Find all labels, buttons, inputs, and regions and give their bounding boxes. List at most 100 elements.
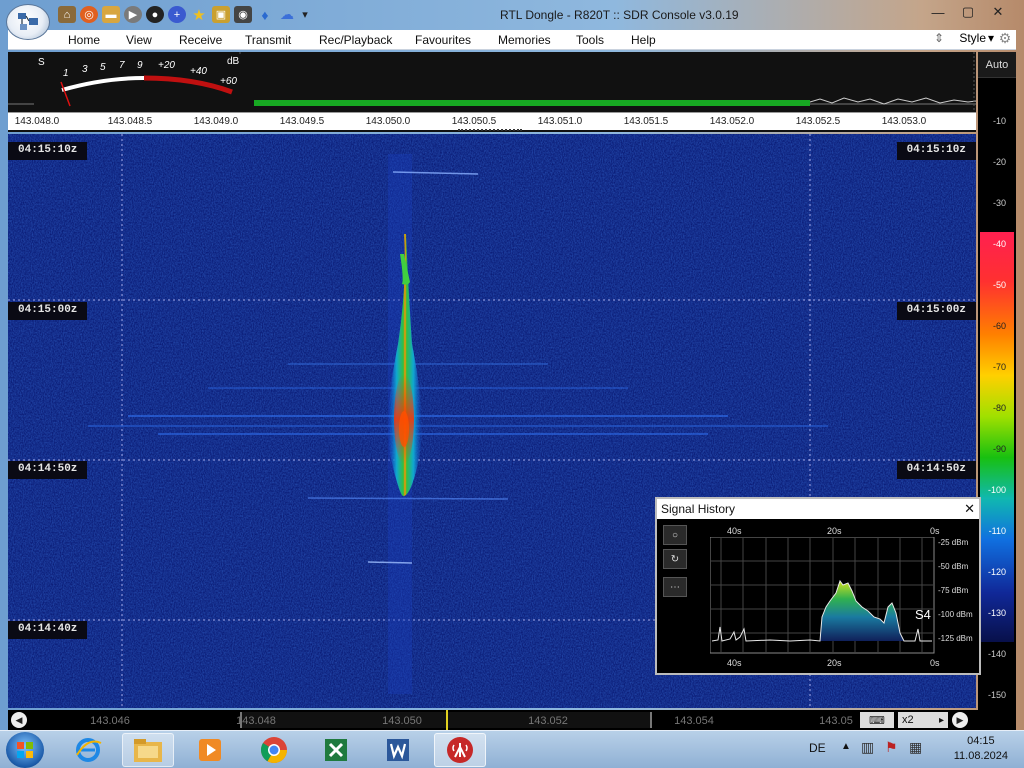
language-indicator[interactable]: DE <box>809 741 826 755</box>
scale-label: -40 <box>992 239 1006 249</box>
frequency-axis[interactable]: 143.048.0 143.048.5 143.049.0 143.049.5 … <box>8 112 976 131</box>
menu-help[interactable]: Help <box>631 33 656 47</box>
history-reset-button[interactable]: ○ <box>663 525 687 545</box>
windows-taskbar: DE ▲ ▥ ⚑ ▦ 04:15 11.08.2024 <box>0 730 1024 768</box>
style-cycle-icon[interactable]: ⇕ <box>934 31 944 45</box>
waterfall-timestamp-left: 04:14:50z <box>8 461 88 479</box>
signal-history-close-button[interactable]: ✕ <box>964 501 975 517</box>
waterfall-timestamp-right: 04:15:00z <box>896 302 976 320</box>
scroll-left-icon[interactable]: ◀ <box>11 712 27 728</box>
show-hidden-icons-icon[interactable]: ▲ <box>841 741 851 752</box>
minimize-button[interactable]: — <box>926 2 950 22</box>
history-y-label: -50 dBm <box>938 562 969 571</box>
application-button[interactable] <box>6 4 50 40</box>
level-scale: Auto -10 -20 -30 -40 -50 -60 -70 -80 -90… <box>978 52 1016 712</box>
freq-label: 143.049.0 <box>193 116 239 127</box>
ribbon-menu-bar: Home View Receive Transmit Rec/Playback … <box>8 30 1016 50</box>
overview-label: 143.050 <box>382 715 422 727</box>
taskbar-word[interactable] <box>372 733 424 767</box>
freq-label: 143.053.0 <box>881 116 927 127</box>
freq-label: 143.051.0 <box>537 116 583 127</box>
camera-icon[interactable]: ◉ <box>234 6 252 23</box>
s-meter: S 1 3 5 7 9 +20 +40 +60 dB <box>34 54 254 110</box>
scale-label: -140 <box>987 649 1006 659</box>
quick-access-toolbar: ⌂ ◎ ▬ ▶ ● + ★ ▣ ◉ ♦ ☁ ▾ <box>58 6 310 24</box>
history-x-label-bottom: 40s <box>727 658 742 668</box>
window-title: RTL Dongle - R820T :: SDR Console v3.0.1… <box>500 8 739 22</box>
taskbar-excel[interactable] <box>310 733 362 767</box>
lifebuoy-icon[interactable]: ◎ <box>80 6 98 23</box>
freq-label: 143.052.5 <box>795 116 841 127</box>
menu-memories[interactable]: Memories <box>498 33 551 47</box>
taskbar-explorer[interactable] <box>122 733 174 767</box>
menu-home[interactable]: Home <box>68 33 100 47</box>
waterfall-timestamp-right: 04:14:50z <box>896 461 976 479</box>
signal-history-titlebar[interactable]: Signal History ✕ <box>657 499 979 519</box>
drop-icon[interactable]: ♦ <box>256 6 274 23</box>
scale-label: -30 <box>992 198 1006 208</box>
taskbar-sdr-console[interactable] <box>434 733 486 767</box>
tray-flag-icon[interactable]: ⚑ <box>885 739 898 756</box>
maximize-button[interactable]: ▢ <box>956 2 980 22</box>
freq-label: 143.050.5 <box>451 116 497 127</box>
star-icon[interactable]: ★ <box>190 6 208 24</box>
style-menu[interactable]: Style <box>959 31 986 45</box>
auto-scale-button[interactable]: Auto <box>978 52 1016 78</box>
history-y-label: -125 dBm <box>938 634 973 643</box>
history-more-button[interactable]: ⋯ <box>663 577 687 597</box>
lock-icon[interactable]: ▣ <box>212 6 230 23</box>
dropdown-icon[interactable]: ▾ <box>300 6 310 23</box>
tray-device-icon[interactable]: ▥ <box>861 739 874 756</box>
history-refresh-button[interactable]: ↻ <box>663 549 687 569</box>
taskbar-clock[interactable]: 04:15 11.08.2024 <box>954 734 1008 764</box>
overview-bar[interactable]: ◀ 143.046 143.048 143.050 143.052 143.05… <box>8 710 1016 730</box>
history-y-label: -100 dBm <box>938 610 973 619</box>
settings-gear-icon[interactable]: ⚙ <box>994 28 1016 48</box>
history-y-label: -25 dBm <box>938 538 969 547</box>
internet-explorer-icon <box>76 738 102 762</box>
overview-label: 143.05 <box>819 715 853 727</box>
spectrum-filter-band[interactable] <box>248 100 810 106</box>
taskbar-chrome[interactable] <box>248 733 300 767</box>
overview-marker <box>446 710 448 730</box>
excel-icon <box>325 739 347 761</box>
chrome-icon <box>260 737 288 764</box>
freq-label: 143.050.0 <box>365 116 411 127</box>
scale-label: -50 <box>992 280 1006 290</box>
cloud-icon[interactable]: ☁ <box>278 6 296 23</box>
menu-transmit[interactable]: Transmit <box>245 33 291 47</box>
scale-label: -120 <box>987 567 1006 577</box>
clock-time: 04:15 <box>967 735 995 747</box>
close-window-button[interactable]: ✕ <box>986 2 1010 22</box>
scale-label: -20 <box>992 157 1006 167</box>
keyboard-icon[interactable]: ⌨ <box>860 712 894 728</box>
record-icon[interactable]: ● <box>146 6 164 23</box>
overview-label: 143.048 <box>236 715 276 727</box>
menu-view[interactable]: View <box>126 33 152 47</box>
sdr-console-icon <box>447 737 473 763</box>
menu-favourites[interactable]: Favourites <box>415 33 471 47</box>
menu-tools[interactable]: Tools <box>576 33 604 47</box>
folder-icon <box>134 739 162 762</box>
zoom-selector[interactable]: x2 ▸ <box>898 712 948 728</box>
play-icon[interactable]: ▶ <box>124 6 142 23</box>
signal-history-graph <box>710 537 935 654</box>
home-icon[interactable]: ⌂ <box>58 6 76 23</box>
level-colorbar <box>980 232 1014 642</box>
folder-icon[interactable]: ▬ <box>102 6 120 23</box>
plus-icon[interactable]: + <box>168 6 186 23</box>
scroll-right-icon[interactable]: ▶ <box>952 712 968 728</box>
tray-network-icon[interactable]: ▦ <box>909 739 922 756</box>
start-button[interactable] <box>6 732 44 768</box>
menu-rec-playback[interactable]: Rec/Playback <box>319 33 392 47</box>
taskbar-internet-explorer[interactable] <box>62 733 114 767</box>
history-s-value: S4 <box>915 607 931 622</box>
splitter-handle[interactable] <box>458 129 522 131</box>
title-bar: ⌂ ◎ ▬ ▶ ● + ★ ▣ ◉ ♦ ☁ ▾ RTL Dongle - R82… <box>0 0 1024 40</box>
clock-date: 11.08.2024 <box>953 750 1008 762</box>
menu-receive[interactable]: Receive <box>179 33 222 47</box>
overview-label: 143.052 <box>528 715 568 727</box>
taskbar-media-player[interactable] <box>184 733 236 767</box>
history-x-label-bottom: 0s <box>930 658 940 668</box>
media-player-icon <box>199 739 221 761</box>
